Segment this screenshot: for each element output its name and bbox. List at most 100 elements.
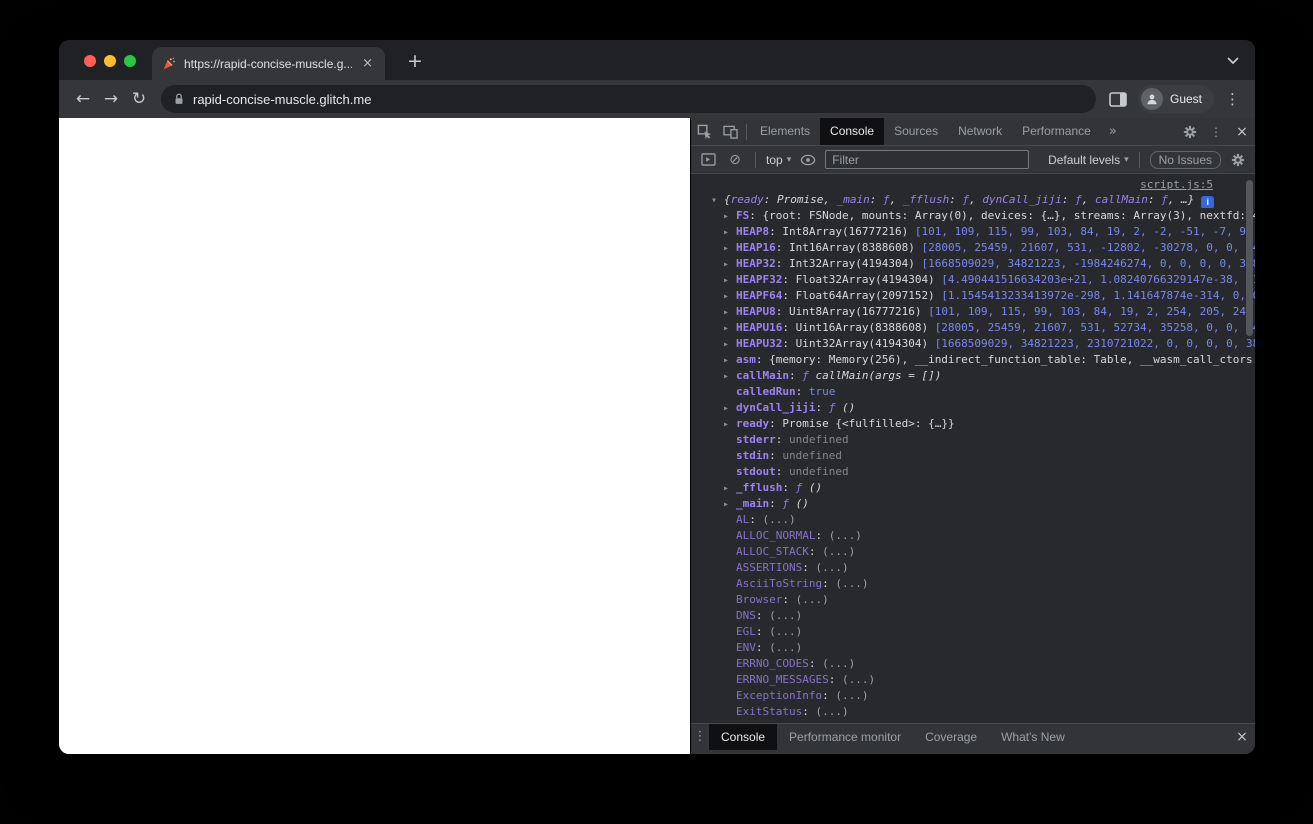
value-segment: : Promise, — [763, 193, 837, 206]
console-row: ▸ HEAPF32: Float32Array(4194304) [4.49044… — [691, 272, 1255, 288]
getter-invoke[interactable]: (...) — [769, 641, 802, 654]
getter-invoke[interactable]: (...) — [842, 673, 875, 686]
getter-invoke[interactable]: (...) — [862, 721, 895, 723]
getter-invoke[interactable]: (...) — [835, 689, 868, 702]
devtools-settings-icon[interactable] — [1177, 118, 1203, 145]
devtools-tab-console[interactable]: Console — [820, 118, 885, 145]
getter-invoke[interactable]: (...) — [763, 513, 796, 526]
browser-tab[interactable]: https://rapid-concise-muscle.g... × — [152, 47, 385, 80]
property-name: FS_createDataFile — [736, 721, 849, 723]
getter-invoke[interactable]: (...) — [796, 593, 829, 606]
devtools-tab-sources[interactable]: Sources — [884, 118, 948, 145]
device-toolbar-icon[interactable] — [717, 118, 743, 145]
devtools-tabs: Elements Console Sources Network Performance — [750, 118, 1101, 145]
value-segment: callMain(args = []) — [808, 369, 942, 382]
console-row: FS_createDataFile: (...) — [691, 720, 1255, 723]
url-text: rapid-concise-muscle.glitch.me — [193, 91, 372, 107]
expand-caret-icon[interactable]: ▸ — [723, 417, 736, 432]
expand-caret-icon[interactable]: ▸ — [723, 369, 736, 384]
value-segment: _fflush — [902, 193, 950, 206]
info-badge-icon[interactable]: i — [1201, 196, 1215, 208]
property-separator: : — [802, 561, 816, 574]
property-name: callMain — [736, 369, 789, 382]
property-name: ALLOC_STACK — [736, 545, 809, 558]
property-separator: : — [755, 353, 770, 366]
expand-caret-icon[interactable]: ▸ — [723, 209, 736, 224]
context-label: top — [766, 152, 783, 167]
expand-caret-icon[interactable]: ▸ — [723, 337, 736, 352]
value-segment: : — [1147, 193, 1162, 206]
new-tab-button[interactable]: + — [401, 48, 429, 74]
tab-close-icon[interactable]: × — [360, 56, 375, 71]
drawer-close-icon[interactable]: × — [1229, 724, 1255, 750]
expand-caret-icon[interactable]: ▸ — [723, 289, 736, 304]
getter-invoke[interactable]: (...) — [822, 657, 855, 670]
devtools-close-icon[interactable]: × — [1229, 118, 1255, 145]
getter-invoke[interactable]: (...) — [829, 529, 862, 542]
console-scrollbar-thumb[interactable] — [1246, 180, 1253, 336]
console-row: AsciiToString: (...) — [691, 576, 1255, 592]
console-row: calledRun: true — [691, 384, 1255, 400]
drawer-tab-performance-monitor[interactable]: Performance monitor — [777, 724, 913, 750]
tab-search-icon[interactable] — [1227, 57, 1239, 65]
inspect-element-icon[interactable] — [691, 118, 717, 145]
source-link[interactable]: script.js:5 — [1140, 178, 1213, 191]
console-row: ExceptionInfo: (...) — [691, 688, 1255, 704]
minimize-window-button[interactable] — [104, 55, 116, 67]
close-window-button[interactable] — [84, 55, 96, 67]
clear-console-icon[interactable]: ⊘ — [725, 150, 745, 170]
browser-menu-icon[interactable]: ⋮ — [1220, 90, 1245, 108]
expand-caret-icon[interactable]: ▸ — [723, 401, 736, 416]
expand-caret-icon[interactable]: ▸ — [723, 241, 736, 256]
console-filter-input[interactable] — [825, 150, 1030, 169]
property-separator: : — [769, 225, 783, 238]
value-segment: dynCall_jiji — [982, 193, 1062, 206]
console-sidebar-icon[interactable] — [698, 150, 718, 170]
devtools-tab-performance[interactable]: Performance — [1012, 118, 1101, 145]
drawer-menu-icon[interactable]: ⋮ — [691, 724, 709, 750]
zoom-window-button[interactable] — [124, 55, 136, 67]
address-bar[interactable]: rapid-concise-muscle.glitch.me — [161, 85, 1096, 113]
devtools-menu-icon[interactable]: ⋮ — [1203, 118, 1229, 145]
property-separator: : — [775, 241, 789, 254]
more-tabs-icon[interactable]: » — [1101, 124, 1125, 139]
expand-caret-icon[interactable]: ▸ — [723, 481, 736, 496]
console-row: ▸ HEAP16: Int16Array(8388608) [28005, 254… — [691, 240, 1255, 256]
reload-button[interactable]: ↻ — [125, 85, 153, 113]
devtools-tab-network[interactable]: Network — [948, 118, 1012, 145]
expand-caret-icon[interactable]: ▸ — [723, 257, 736, 272]
expand-caret-icon[interactable]: ▸ — [723, 353, 736, 368]
property-name: ERRNO_CODES — [736, 657, 809, 670]
getter-invoke[interactable]: (...) — [769, 625, 802, 638]
forward-button[interactable]: → — [97, 85, 125, 113]
expand-caret-icon[interactable]: ▾ — [711, 193, 724, 208]
drawer-tab-console[interactable]: Console — [709, 724, 778, 750]
expand-caret-icon[interactable]: ▸ — [723, 497, 736, 512]
log-levels-selector[interactable]: Default levels ▾ — [1048, 153, 1129, 167]
profile-button[interactable]: Guest — [1137, 85, 1214, 113]
expand-caret-icon[interactable]: ▸ — [723, 305, 736, 320]
expand-caret-icon[interactable]: ▸ — [723, 321, 736, 336]
devtools-panel: Elements Console Sources Network Performance… — [690, 118, 1255, 754]
live-expression-eye-icon[interactable] — [798, 150, 818, 170]
getter-invoke[interactable]: (...) — [822, 545, 855, 558]
issues-counter[interactable]: No Issues — [1149, 150, 1221, 169]
getter-invoke[interactable]: (...) — [815, 561, 848, 574]
getter-invoke[interactable]: (...) — [769, 609, 802, 622]
console-row: stdout: undefined — [691, 464, 1255, 480]
property-name: HEAP16 — [736, 241, 776, 254]
expand-caret-icon[interactable]: ▸ — [723, 225, 736, 240]
side-panel-icon[interactable] — [1104, 85, 1132, 113]
devtools-tab-bar: Elements Console Sources Network Performance… — [691, 118, 1255, 146]
expand-caret-icon[interactable]: ▸ — [723, 273, 736, 288]
back-button[interactable]: ← — [69, 85, 97, 113]
console-settings-icon[interactable] — [1228, 150, 1248, 170]
devtools-tab-elements[interactable]: Elements — [750, 118, 820, 145]
getter-invoke[interactable]: (...) — [815, 705, 848, 718]
property-separator: : — [822, 689, 836, 702]
drawer-tab-what-s-new[interactable]: What's New — [989, 724, 1077, 750]
drawer-tab-coverage[interactable]: Coverage — [913, 724, 989, 750]
console-row: ▸ HEAPU32: Uint32Array(4194304) [16685090… — [691, 336, 1255, 352]
getter-invoke[interactable]: (...) — [835, 577, 868, 590]
context-selector[interactable]: top ▾ — [766, 153, 791, 167]
